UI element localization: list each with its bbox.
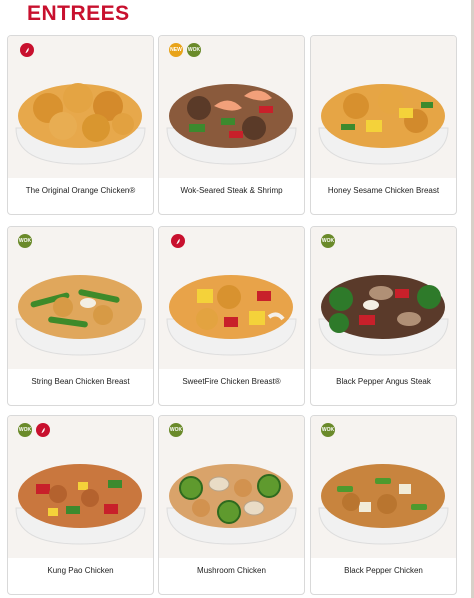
- menu-card[interactable]: Honey Sesame Chicken Breast: [310, 35, 457, 215]
- menu-item-name: SweetFire Chicken Breast®: [182, 377, 281, 386]
- wok-smart-icon: WOK: [18, 423, 32, 437]
- menu-item-name: Black Pepper Angus Steak: [336, 377, 431, 386]
- menu-item-name: Wok-Seared Steak & Shrimp: [180, 186, 283, 195]
- menu-card[interactable]: SweetFire Chicken Breast®: [158, 226, 305, 406]
- menu-card[interactable]: WOK Mushroom Chicken: [158, 415, 305, 595]
- menu-card[interactable]: The Original Orange Chicken®: [7, 35, 154, 215]
- dish-photo: [159, 36, 304, 178]
- spicy-icon: [20, 43, 34, 57]
- wok-smart-icon: WOK: [321, 423, 335, 437]
- dish-photo: [159, 416, 304, 558]
- menu-card[interactable]: WOK Black Pepper Chicken: [310, 415, 457, 595]
- wok-smart-icon: WOK: [321, 234, 335, 248]
- dish-photo: [311, 36, 456, 178]
- dish-photo: [311, 416, 456, 558]
- menu-card[interactable]: WOK Kung Pao Chicken: [7, 415, 154, 595]
- menu-item-name: Kung Pao Chicken: [47, 566, 114, 575]
- page-title: ENTREES: [27, 2, 130, 25]
- menu-item-name: Mushroom Chicken: [197, 566, 266, 575]
- menu-card[interactable]: NEW WOK Wok-Seared Steak & Shrimp: [158, 35, 305, 215]
- wok-smart-icon: WOK: [18, 234, 32, 248]
- menu-item-name: The Original Orange Chicken®: [25, 186, 136, 195]
- dish-photo: [8, 227, 153, 369]
- menu-item-name: Honey Sesame Chicken Breast: [327, 186, 440, 195]
- spicy-icon: [171, 234, 185, 248]
- new-badge-icon: NEW: [169, 43, 183, 57]
- menu-card[interactable]: WOK Black Pepper Angus Steak: [310, 226, 457, 406]
- menu-item-name: Black Pepper Chicken: [344, 566, 423, 575]
- dish-photo: [8, 416, 153, 558]
- dish-photo: [8, 36, 153, 178]
- menu-card[interactable]: WOK String Bean Chicken Breast: [7, 226, 154, 406]
- wok-smart-icon: WOK: [169, 423, 183, 437]
- menu-item-name: String Bean Chicken Breast: [31, 377, 130, 386]
- wok-smart-icon: WOK: [187, 43, 201, 57]
- dish-photo: [159, 227, 304, 369]
- spicy-icon: [36, 423, 50, 437]
- dish-photo: [311, 227, 456, 369]
